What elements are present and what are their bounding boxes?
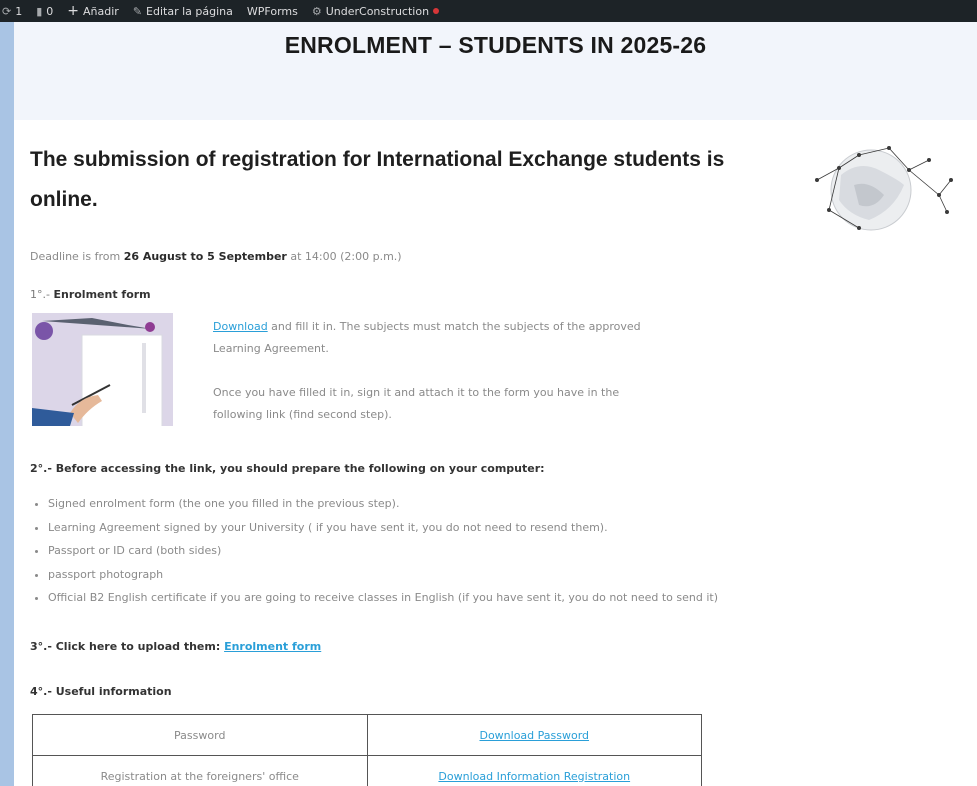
main-content: The submission of registration for Inter…: [30, 140, 730, 786]
list-item: Signed enrolment form (the one you fille…: [48, 492, 768, 516]
headline: The submission of registration for Inter…: [30, 148, 725, 211]
comments-item[interactable]: ▮ 0: [36, 5, 53, 18]
step2-heading: 2°.- Before accessing the link, you shou…: [30, 462, 545, 475]
pencil-icon: ✎: [132, 4, 143, 18]
writing-desk-image: [32, 313, 173, 426]
updates-item[interactable]: ⟳ 1: [2, 5, 22, 18]
page: ENROLMENT – STUDENTS IN 2025-26 The subm…: [14, 22, 977, 786]
under-construction-item[interactable]: ⚙ UnderConstruction: [311, 4, 440, 18]
useful-info-table: Password Download Password Registration …: [32, 714, 702, 786]
under-construction-label: UnderConstruction: [325, 4, 430, 18]
enrolment-form-link[interactable]: Enrolment form: [224, 640, 321, 653]
hero-banner: ENROLMENT – STUDENTS IN 2025-26: [14, 22, 977, 120]
password-label: Password: [32, 714, 368, 756]
comment-icon: ▮: [36, 4, 43, 18]
step1-number: 1°.-: [30, 288, 54, 301]
list-item: Official B2 English certificate if you a…: [48, 586, 768, 610]
download-password-link[interactable]: Download Password: [479, 729, 589, 742]
download-registration-link[interactable]: Download Information Registration: [438, 770, 630, 783]
step3-heading: 3°.- Click here to upload them: Enrolmen…: [30, 640, 321, 653]
step1-heading: 1°.- Enrolment form: [30, 288, 151, 301]
gear-icon: ⚙: [311, 4, 322, 18]
step1-text2: Once you have filled it in, sign it and …: [213, 386, 620, 421]
add-new-item[interactable]: + Añadir: [67, 3, 119, 19]
step1-text1: and fill it in. The subjects must match …: [213, 320, 641, 355]
requirements-list: Signed enrolment form (the one you fille…: [30, 492, 768, 610]
step1-instructions: Download and fill it in. The subjects mu…: [213, 316, 663, 360]
refresh-icon: ⟳: [2, 4, 12, 18]
admin-bar: ⟳ 1 ▮ 0 + Añadir ✎ Editar la página WPFo…: [0, 0, 977, 22]
wpforms-label: WPForms: [246, 4, 298, 18]
download-enrolment-link[interactable]: Download: [213, 320, 268, 333]
edit-page-item[interactable]: ✎ Editar la página: [133, 5, 233, 18]
registration-label: Registration at the foreigners' office: [32, 755, 368, 786]
deadline-suffix: at 14:00 (2:00 p.m.): [286, 250, 402, 263]
updates-count: 1: [15, 4, 23, 18]
edit-page-label: Editar la página: [146, 4, 233, 18]
add-new-label: Añadir: [83, 4, 119, 18]
step1-title: Enrolment form: [53, 288, 151, 301]
list-item: Passport or ID card (both sides): [48, 539, 768, 563]
step3-title: 3°.- Click here to upload them:: [30, 640, 225, 653]
comments-count: 0: [46, 4, 54, 18]
step4-heading: 4°.- Useful information: [30, 685, 172, 698]
table-row: Registration at the foreigners' office D…: [32, 755, 702, 786]
deadline-dates: 26 August to 5 September: [123, 250, 287, 263]
status-dot: [433, 8, 440, 14]
list-item: passport photograph: [48, 563, 768, 587]
registration-cell: Download Information Registration: [366, 755, 702, 786]
page-title: ENROLMENT – STUDENTS IN 2025-26: [284, 32, 707, 58]
list-item: Learning Agreement signed by your Univer…: [48, 516, 768, 540]
globe-network-image: [814, 146, 953, 231]
deadline-text: Deadline is from 26 August to 5 Septembe…: [30, 250, 402, 263]
wpforms-item[interactable]: WPForms: [247, 5, 298, 18]
table-row: Password Download Password: [32, 714, 702, 756]
deadline-prefix: Deadline is from: [30, 250, 124, 263]
desktop-frame: [0, 0, 14, 786]
password-cell: Download Password: [366, 714, 702, 756]
plus-icon: +: [67, 3, 80, 19]
